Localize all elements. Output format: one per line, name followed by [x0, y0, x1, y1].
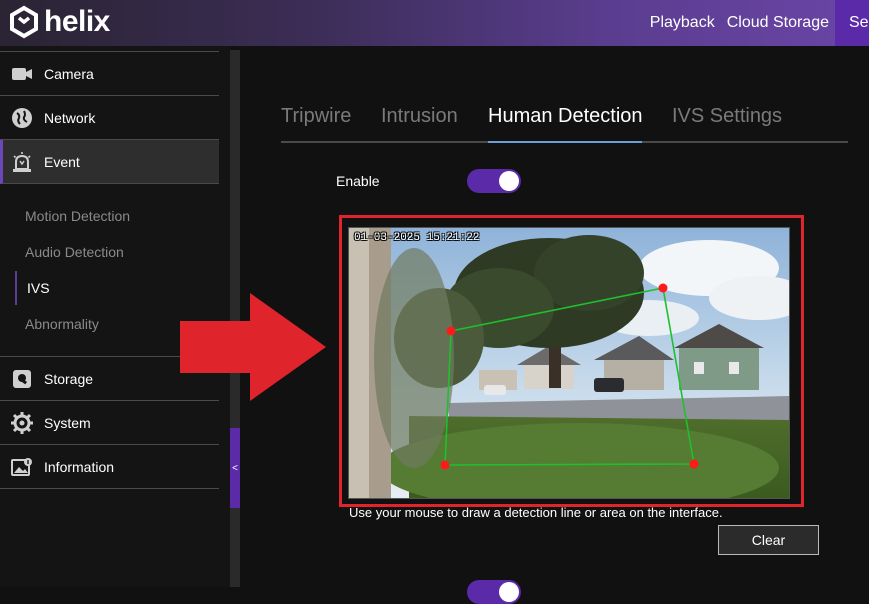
- logo-text: helix: [44, 5, 110, 38]
- toggle-knob: [499, 582, 519, 602]
- camera-preview[interactable]: [348, 227, 790, 499]
- clear-button[interactable]: Clear: [718, 525, 819, 555]
- sidebar-item-label: Event: [44, 153, 80, 170]
- image-info-icon: [11, 456, 33, 478]
- tab-intrusion[interactable]: Intrusion: [381, 105, 458, 128]
- tab-tripwire[interactable]: Tripwire: [281, 105, 351, 128]
- sidebar-item-label: System: [44, 414, 91, 431]
- sidebar-item-event[interactable]: Event: [0, 140, 219, 184]
- alarm-icon: [11, 151, 33, 173]
- logo[interactable]: helix: [8, 5, 110, 39]
- nav-settings[interactable]: Se: [835, 0, 869, 46]
- top-navigation: Playback Cloud Storage Se: [638, 0, 869, 46]
- sidebar-item-label: Camera: [44, 65, 94, 82]
- nav-playback[interactable]: Playback: [650, 14, 715, 32]
- secondary-toggle[interactable]: [467, 580, 521, 604]
- ivs-tabs: Tripwire Intrusion Human Detection IVS S…: [281, 100, 848, 143]
- submenu-motion-detection[interactable]: Motion Detection: [25, 208, 130, 224]
- tab-ivs-settings[interactable]: IVS Settings: [672, 105, 782, 128]
- nav-cloud-storage[interactable]: Cloud Storage: [727, 14, 829, 32]
- sidebar-item-label: Information: [44, 458, 115, 475]
- submenu-abnormality[interactable]: Abnormality: [25, 316, 99, 332]
- submenu-audio-detection[interactable]: Audio Detection: [25, 244, 124, 260]
- tab-human-detection[interactable]: Human Detection: [488, 105, 643, 128]
- storage-icon: [11, 368, 33, 390]
- enable-toggle[interactable]: [467, 169, 521, 193]
- submenu-ivs[interactable]: IVS: [27, 280, 50, 296]
- draw-hint: Use your mouse to draw a detection line …: [349, 505, 723, 520]
- gear-icon: [11, 411, 33, 434]
- camera-icon: [11, 63, 33, 85]
- sidebar-item-information[interactable]: Information: [0, 445, 219, 489]
- sidebar-item-network[interactable]: Network: [0, 96, 219, 140]
- sidebar-item-camera[interactable]: Camera: [0, 52, 219, 96]
- camera-scene: [349, 228, 789, 498]
- top-bar: helix Playback Cloud Storage Se: [0, 0, 869, 46]
- toggle-knob: [499, 171, 519, 191]
- enable-label: Enable: [336, 173, 380, 189]
- submenu-active-indicator: [15, 271, 17, 305]
- helix-logo-icon: [10, 5, 38, 39]
- active-tab-indicator: [488, 141, 642, 143]
- sidebar-item-label: Network: [44, 109, 96, 126]
- red-arrow-icon: [180, 293, 326, 401]
- globe-icon: [11, 107, 33, 129]
- camera-timestamp: 01-03-2025 15:21:22: [354, 232, 480, 244]
- collapse-sidebar-button[interactable]: <: [230, 428, 240, 508]
- sidebar-item-system[interactable]: System: [0, 401, 219, 445]
- sidebar-item-label: Storage: [44, 370, 94, 387]
